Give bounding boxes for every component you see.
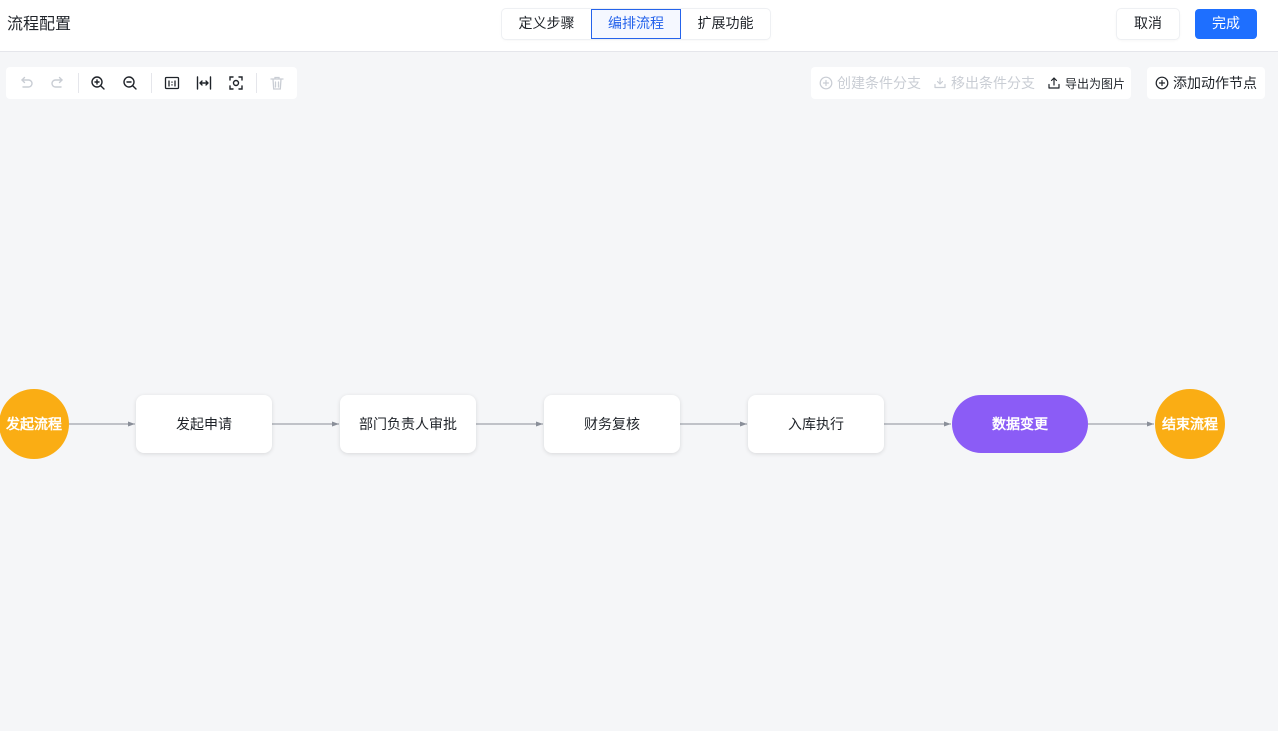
header-bar: 流程配置 定义步骤 编排流程 扩展功能 取消 完成 xyxy=(0,0,1278,52)
done-button[interactable]: 完成 xyxy=(1195,9,1257,39)
tab-extensions[interactable]: 扩展功能 xyxy=(681,9,770,39)
end-node[interactable]: 结束流程 xyxy=(1155,389,1225,459)
flow-node-submit-application[interactable]: 发起申请 xyxy=(136,395,272,453)
flow-edges xyxy=(69,421,1154,427)
flow-node-dept-approval[interactable]: 部门负责人审批 xyxy=(340,395,476,453)
flow-node-finance-review[interactable]: 财务复核 xyxy=(544,395,680,453)
tab-define-steps[interactable]: 定义步骤 xyxy=(502,9,591,39)
start-node[interactable]: 发起流程 xyxy=(0,389,69,459)
action-node-data-change[interactable]: 数据变更 xyxy=(952,395,1088,453)
cancel-button[interactable]: 取消 xyxy=(1117,9,1179,39)
tab-group: 定义步骤 编排流程 扩展功能 xyxy=(502,9,770,39)
flow-node-warehouse-exec[interactable]: 入库执行 xyxy=(748,395,884,453)
page-title: 流程配置 xyxy=(7,14,72,33)
flow-canvas[interactable]: 发起流程 发起申请 部门负责人审批 财务复核 入库执行 数据变更 结束流程 xyxy=(0,52,1278,731)
tab-orchestrate-flow[interactable]: 编排流程 xyxy=(591,9,681,39)
